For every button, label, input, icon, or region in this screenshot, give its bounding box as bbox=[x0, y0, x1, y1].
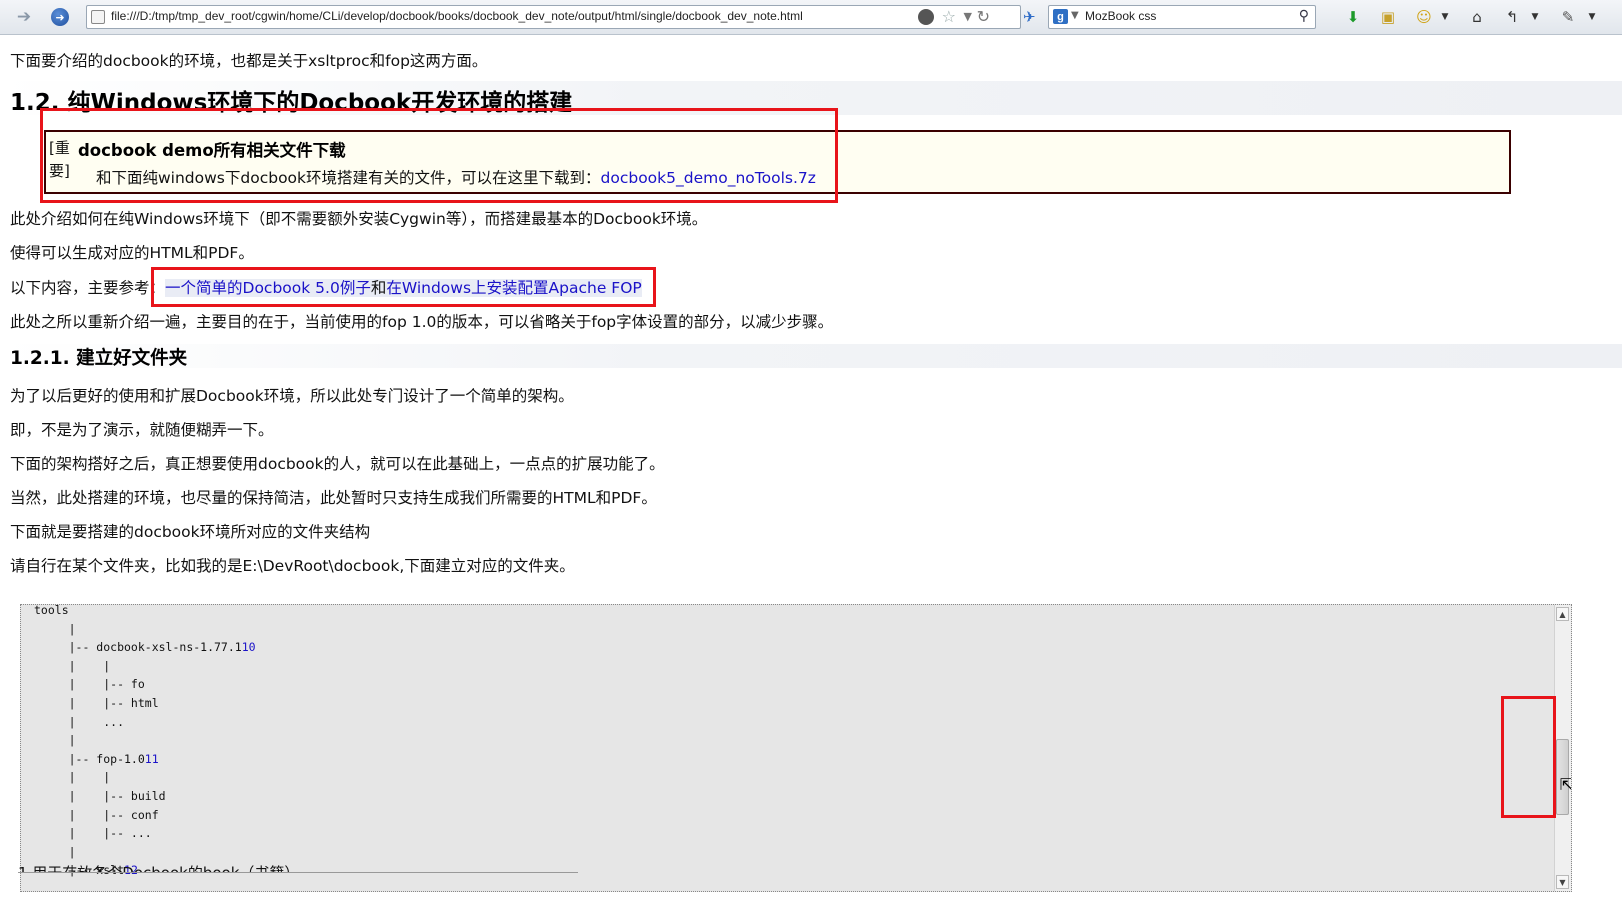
reference-prefix: 以下内容，主要参考： bbox=[10, 279, 166, 297]
paragraph-7: 当然，此处搭建的环境，也尽量的保持简洁，此处暂时只支持生成我们所需要的HTML和… bbox=[10, 489, 657, 507]
section-heading-1-2-1-text: 1.2.1. 建立好文件夹 bbox=[10, 348, 188, 369]
callout-number: 11 bbox=[144, 751, 159, 766]
paragraph-9: 请自行在某个文件夹，比如我的是E:\DevRoot\docbook,下面建立对应… bbox=[10, 557, 575, 575]
code-line: |-- fop-1.0 bbox=[34, 751, 145, 766]
highlight-box-references bbox=[151, 267, 656, 307]
code-line: |-- docbook-xsl-ns-1.77.1 bbox=[34, 640, 242, 655]
code-line: | | bbox=[34, 658, 111, 673]
paragraph-4: 为了以后更好的使用和扩展Docbook环境，所以此处专门设计了一个简单的架构。 bbox=[10, 387, 574, 405]
scroll-up-arrow-icon[interactable]: ▲ bbox=[1556, 607, 1569, 621]
tools-dropdown-icon[interactable]: ▼ bbox=[1582, 7, 1602, 27]
bookmark-star-icon[interactable]: ☆ bbox=[942, 7, 956, 26]
tools-icon[interactable]: ✎ bbox=[1558, 7, 1578, 27]
code-line: | |-- html bbox=[34, 695, 159, 710]
divider-line bbox=[18, 872, 578, 873]
code-line: | | bbox=[34, 770, 111, 785]
url-dropdown-icon[interactable]: ▼ bbox=[964, 10, 972, 23]
section-heading-1-2-1: 1.2.1. 建立好文件夹 bbox=[0, 344, 1622, 369]
code-vertical-scrollbar[interactable]: ▲ ⇱ ▼ bbox=[1554, 605, 1571, 891]
page-content: 下面要介绍的docbook的环境，也都是关于xsltproc和fop这两方面。 … bbox=[0, 35, 1622, 908]
code-line: | ... bbox=[34, 714, 125, 729]
paragraph-6: 下面的架构搭好之后，真正想要使用docbook的人，就可以在此基础上，一点点的扩… bbox=[10, 455, 665, 473]
paragraph-8: 下面就是要搭建的docbook环境所对应的文件夹结构 bbox=[10, 523, 371, 541]
code-line: | |-- fo bbox=[34, 677, 145, 692]
folder-structure-code-block[interactable]: tools | |-- docbook-xsl-ns-1.77.110 | | … bbox=[20, 604, 1572, 892]
search-bar[interactable]: g ▼ MozBook css ⚲ bbox=[1048, 5, 1316, 29]
paragraph-5: 即，不是为了演示，就随便糊弄一下。 bbox=[10, 421, 274, 439]
search-engine-dropdown-icon[interactable]: ▼ bbox=[1071, 10, 1079, 21]
code-listing: tools | |-- docbook-xsl-ns-1.77.110 | | … bbox=[34, 604, 256, 880]
browser-toolbar: ➔ ➜ file:///D:/tmp/tmp_dev_root/cgwin/ho… bbox=[0, 0, 1622, 35]
code-line: tools bbox=[34, 604, 69, 617]
smiley-icon[interactable]: ☺ bbox=[1414, 7, 1434, 27]
home-icon[interactable]: ⌂ bbox=[1467, 7, 1487, 27]
download-icon[interactable]: ⬇ bbox=[1343, 7, 1363, 27]
bird-icon[interactable]: ✈ bbox=[1023, 8, 1041, 26]
history-dropdown-icon[interactable]: ▼ bbox=[1525, 7, 1545, 27]
code-line: | bbox=[34, 844, 76, 859]
code-line: | bbox=[34, 621, 76, 636]
paragraph-1: 此处介绍如何在纯Windows环境下（即不需要额外安装Cygwin等），而搭建最… bbox=[10, 210, 708, 228]
url-text[interactable]: file:///D:/tmp/tmp_dev_root/cgwin/home/C… bbox=[111, 9, 803, 23]
search-input[interactable]: MozBook css bbox=[1085, 9, 1156, 23]
address-bar[interactable]: file:///D:/tmp/tmp_dev_root/cgwin/home/C… bbox=[86, 5, 1021, 29]
code-line: | |-- ... bbox=[34, 826, 152, 841]
search-engine-icon[interactable]: g bbox=[1053, 9, 1068, 24]
go-icon[interactable] bbox=[918, 9, 934, 25]
code-line: | |-- conf bbox=[34, 807, 159, 822]
scroll-down-arrow-icon[interactable]: ▼ bbox=[1556, 875, 1569, 889]
back-arrow-icon[interactable]: ➔ bbox=[14, 7, 34, 27]
highlight-box-scrollbar bbox=[1501, 696, 1556, 818]
code-line: | bbox=[34, 733, 76, 748]
addon-icon[interactable]: ▣ bbox=[1378, 7, 1398, 27]
mouse-cursor-icon: ⇱ bbox=[1559, 775, 1572, 794]
partial-callout-text: 1 用于存放各个Docbook的book（书籍） bbox=[18, 862, 299, 872]
intro-paragraph: 下面要介绍的docbook的环境，也都是关于xsltproc和fop这两方面。 bbox=[10, 52, 488, 70]
code-line: | |-- build bbox=[34, 788, 166, 803]
forward-icon: ➜ bbox=[51, 8, 69, 26]
paragraph-2: 使得可以生成对应的HTML和PDF。 bbox=[10, 244, 254, 262]
page-icon bbox=[91, 10, 105, 24]
callout-number: 10 bbox=[241, 640, 256, 655]
forward-button[interactable]: ➜ bbox=[50, 7, 70, 27]
highlight-box-important bbox=[40, 108, 838, 203]
reload-icon[interactable]: ↻ bbox=[977, 7, 990, 26]
paragraph-3: 此处之所以重新介绍一遍，主要目的在于，当前使用的fop 1.0的版本，可以省略关… bbox=[10, 313, 834, 331]
smiley-dropdown-icon[interactable]: ▼ bbox=[1435, 7, 1455, 27]
history-icon[interactable]: ↰ bbox=[1502, 7, 1522, 27]
search-icon[interactable]: ⚲ bbox=[1299, 8, 1309, 24]
